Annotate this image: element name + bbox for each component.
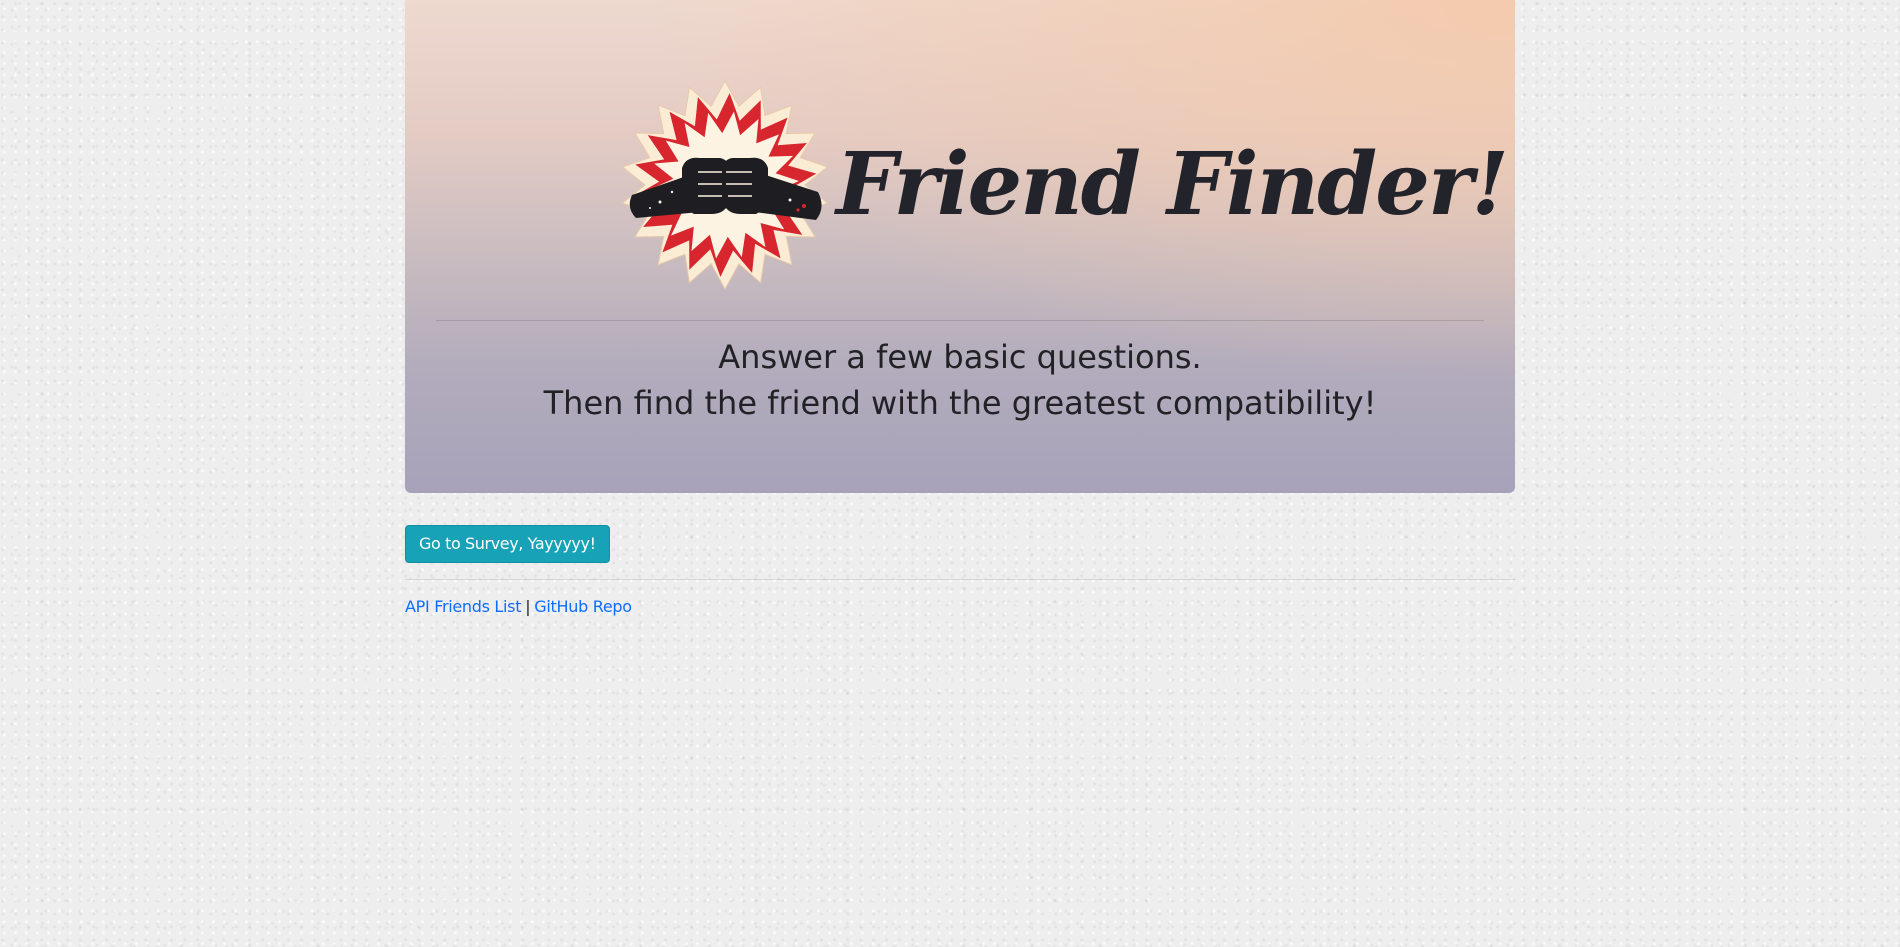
fist-bump-starburst-icon [620, 80, 830, 290]
footer-divider [405, 579, 1515, 580]
brand: Friend Finder! [620, 80, 1509, 290]
footer-links: API Friends List | GitHub Repo [405, 597, 632, 616]
main-container: Friend Finder! Answer a few basic questi… [405, 0, 1515, 616]
jumbotron-divider [436, 320, 1484, 321]
tagline-line-1: Answer a few basic questions. [718, 338, 1202, 376]
jumbotron-header: Friend Finder! Answer a few basic questi… [405, 0, 1515, 493]
go-to-survey-button[interactable]: Go to Survey, Yayyyyy! [405, 525, 610, 563]
tagline-line-2: Then find the friend with the greatest c… [543, 384, 1377, 422]
github-repo-link[interactable]: GitHub Repo [534, 597, 632, 616]
page-title: Friend Finder! [836, 134, 1509, 235]
link-separator: | [525, 597, 531, 616]
api-friends-list-link[interactable]: API Friends List [405, 597, 522, 616]
tagline: Answer a few basic questions. Then find … [405, 334, 1515, 426]
